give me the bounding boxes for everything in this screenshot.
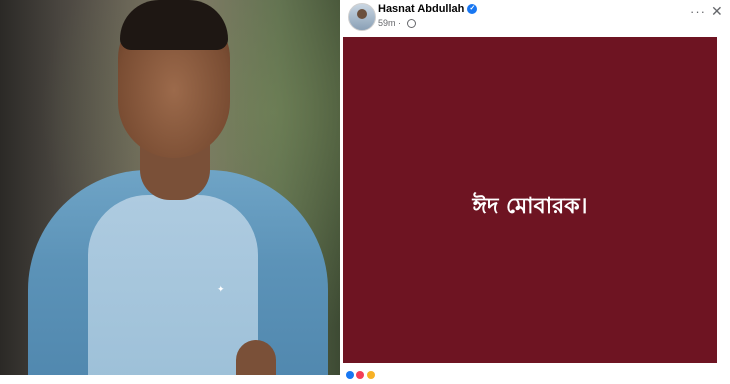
post-image[interactable]: ঈদ মোবারক।	[343, 37, 717, 363]
globe-icon	[406, 19, 416, 29]
more-options-icon[interactable]: ···	[690, 4, 706, 19]
like-reaction-icon	[346, 371, 354, 379]
timestamp-text[interactable]: 59m	[378, 18, 396, 28]
post-image-text: ঈদ মোবারক।	[472, 194, 588, 219]
love-reaction-icon	[356, 371, 365, 379]
post-timestamp[interactable]: 59m ·	[378, 18, 416, 29]
author-name-text[interactable]: Hasnat Abdullah	[378, 3, 464, 15]
photo-hair	[120, 0, 228, 50]
author-avatar[interactable]	[348, 3, 376, 31]
author-name[interactable]: Hasnat Abdullah ✓	[378, 3, 478, 15]
close-icon[interactable]: ✕	[711, 3, 723, 20]
post-header: Hasnat Abdullah ✓ 59m · ··· ✕	[340, 0, 730, 36]
photo-arm	[236, 340, 276, 375]
person-photo: ✦	[0, 0, 340, 375]
verified-badge-icon: ✓	[467, 4, 478, 15]
reaction-bar[interactable]	[346, 366, 726, 379]
shirt-logo: ✦	[217, 284, 225, 294]
care-reaction-icon	[366, 371, 375, 379]
facebook-post: Hasnat Abdullah ✓ 59m · ··· ✕ ঈদ মোবারক।	[340, 0, 730, 379]
